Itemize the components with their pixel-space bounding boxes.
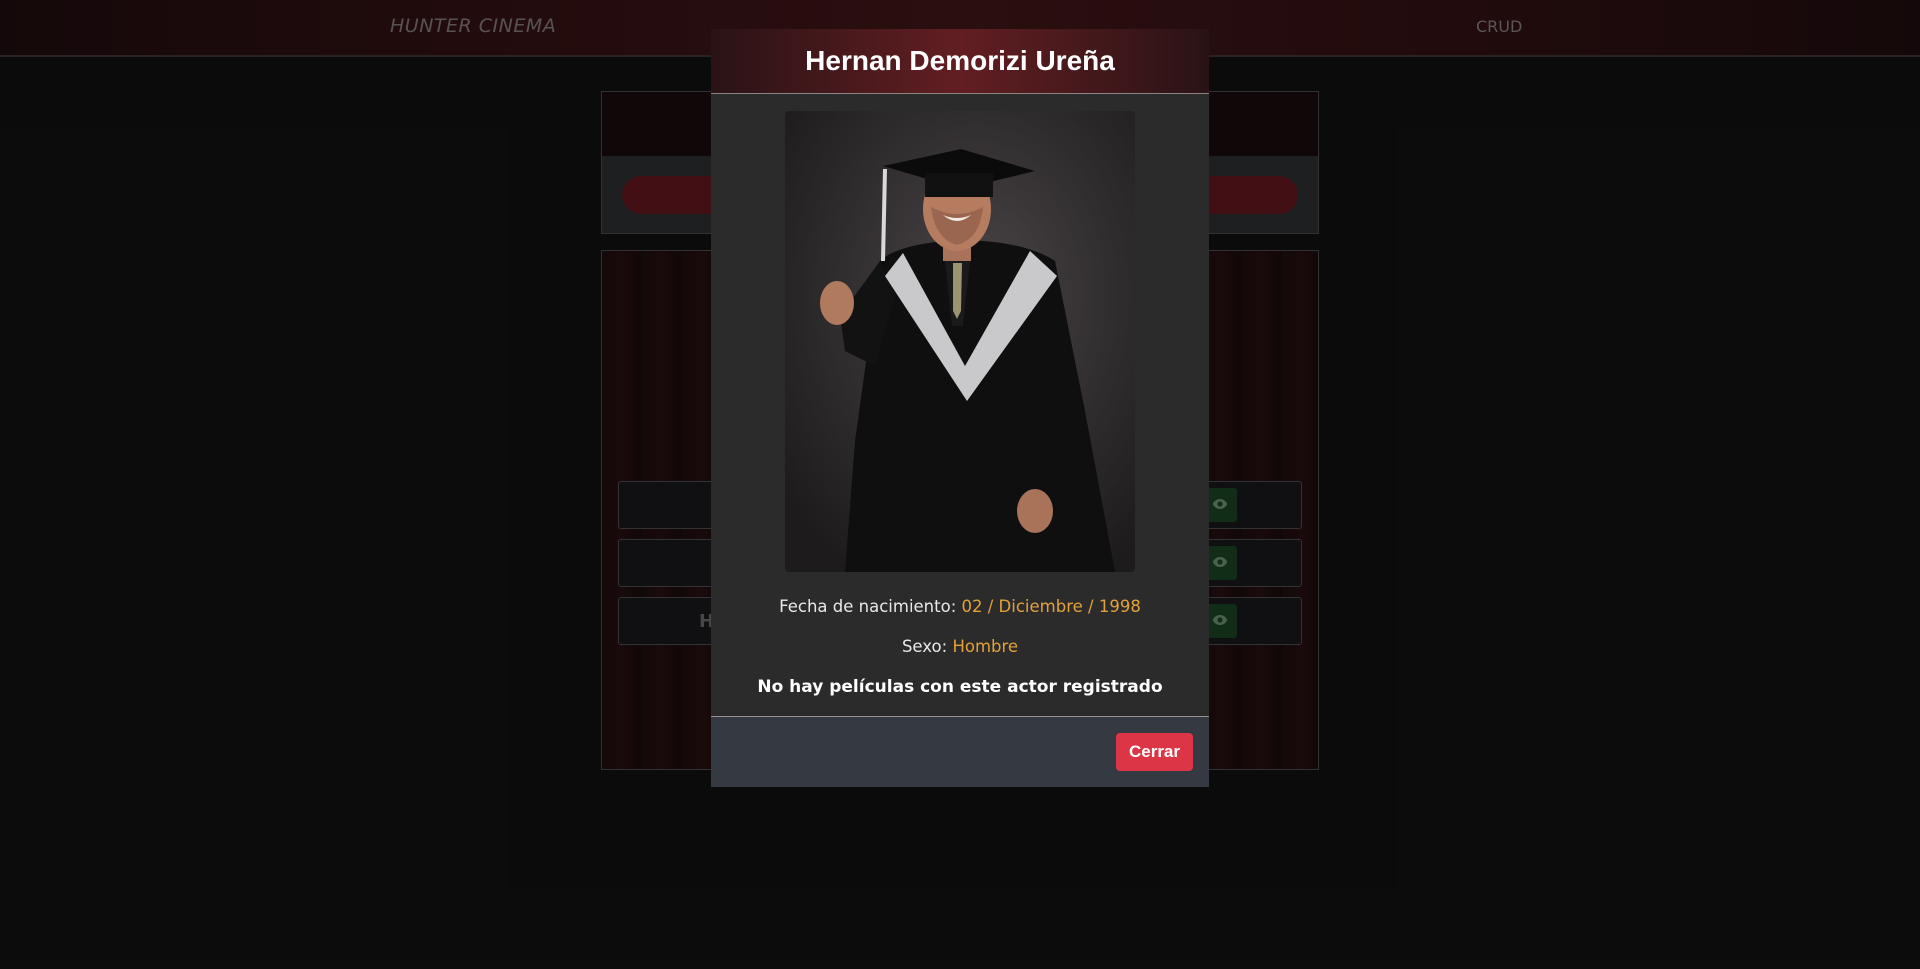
- birth-date-label: Fecha de nacimiento:: [779, 597, 957, 616]
- actor-photo-illustration: [785, 111, 1135, 572]
- actor-photo: [785, 111, 1135, 572]
- close-button[interactable]: Cerrar: [1116, 733, 1193, 771]
- sex-value: Hombre: [952, 637, 1019, 656]
- sex-line: Sexo: Hombre: [711, 637, 1209, 656]
- modal-title: Hernan Demorizi Ureña: [805, 45, 1115, 76]
- birth-date-value: 02 / Diciembre / 1998: [961, 597, 1141, 616]
- no-movies-message: No hay películas con este actor registra…: [757, 677, 1163, 697]
- modal-header: Hernan Demorizi Ureña: [711, 29, 1209, 94]
- birth-date-line: Fecha de nacimiento: 02 / Diciembre / 19…: [711, 597, 1209, 616]
- actor-detail-modal: Hernan Demorizi Ureña Fecha de nacimient…: [711, 29, 1209, 787]
- modal-footer: Cerrar: [711, 716, 1209, 787]
- sex-label: Sexo:: [901, 637, 948, 656]
